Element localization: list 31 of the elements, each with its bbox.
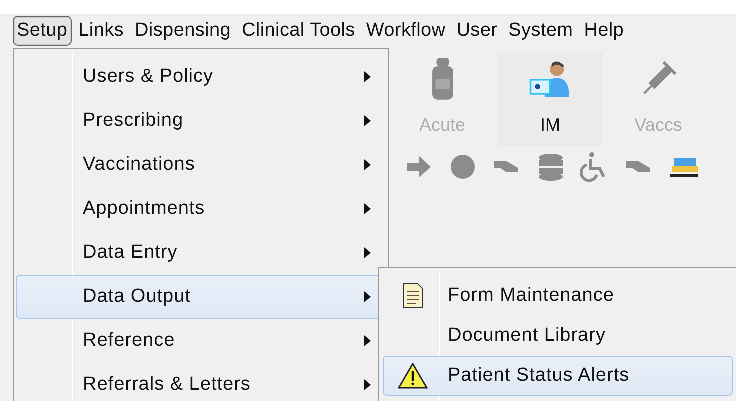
- menu-bar-item[interactable]: System: [504, 16, 578, 46]
- circle-icon[interactable]: [448, 152, 478, 182]
- menu-bar-item[interactable]: Workflow: [362, 16, 450, 46]
- submenu-arrow-icon: [364, 159, 371, 171]
- menu-item[interactable]: Users & Policy: [16, 55, 386, 99]
- database-icon[interactable]: [536, 152, 566, 182]
- submenu-arrow-icon: [364, 203, 371, 215]
- menu-bar-item[interactable]: Links: [74, 16, 128, 46]
- menu-item[interactable]: Document Library: [383, 316, 733, 356]
- submenu-arrow-icon: [364, 71, 371, 83]
- submenu-arrow-icon: [364, 291, 371, 303]
- submenu-arrow-icon: [364, 115, 371, 127]
- document-icon: [402, 283, 424, 309]
- menu-item[interactable]: Data Entry: [16, 231, 386, 275]
- submenu-arrow-icon: [364, 379, 371, 391]
- menu-bar-item[interactable]: Dispensing: [131, 16, 236, 46]
- toolbar-button[interactable]: IM: [498, 52, 603, 146]
- menu-bar-item[interactable]: User: [452, 16, 502, 46]
- menu-item[interactable]: Referrals & Letters: [16, 363, 386, 401]
- menu-item[interactable]: Vaccinations: [16, 143, 386, 187]
- menu-item[interactable]: Form Maintenance: [383, 276, 733, 316]
- menu-bar-item[interactable]: Help: [580, 16, 628, 46]
- menu-bar-item[interactable]: Clinical Tools: [238, 16, 360, 46]
- menu-item[interactable]: Reference: [16, 319, 386, 363]
- submenu-arrow-icon: [364, 247, 371, 259]
- menu-bar-item[interactable]: Setup: [13, 16, 72, 46]
- submenu-arrow-icon: [364, 335, 371, 347]
- menu-item[interactable]: Prescribing: [16, 99, 386, 143]
- menu-item[interactable]: Appointments: [16, 187, 386, 231]
- warning-icon: [398, 363, 428, 389]
- menu-item[interactable]: Patient Status Alerts: [383, 356, 733, 396]
